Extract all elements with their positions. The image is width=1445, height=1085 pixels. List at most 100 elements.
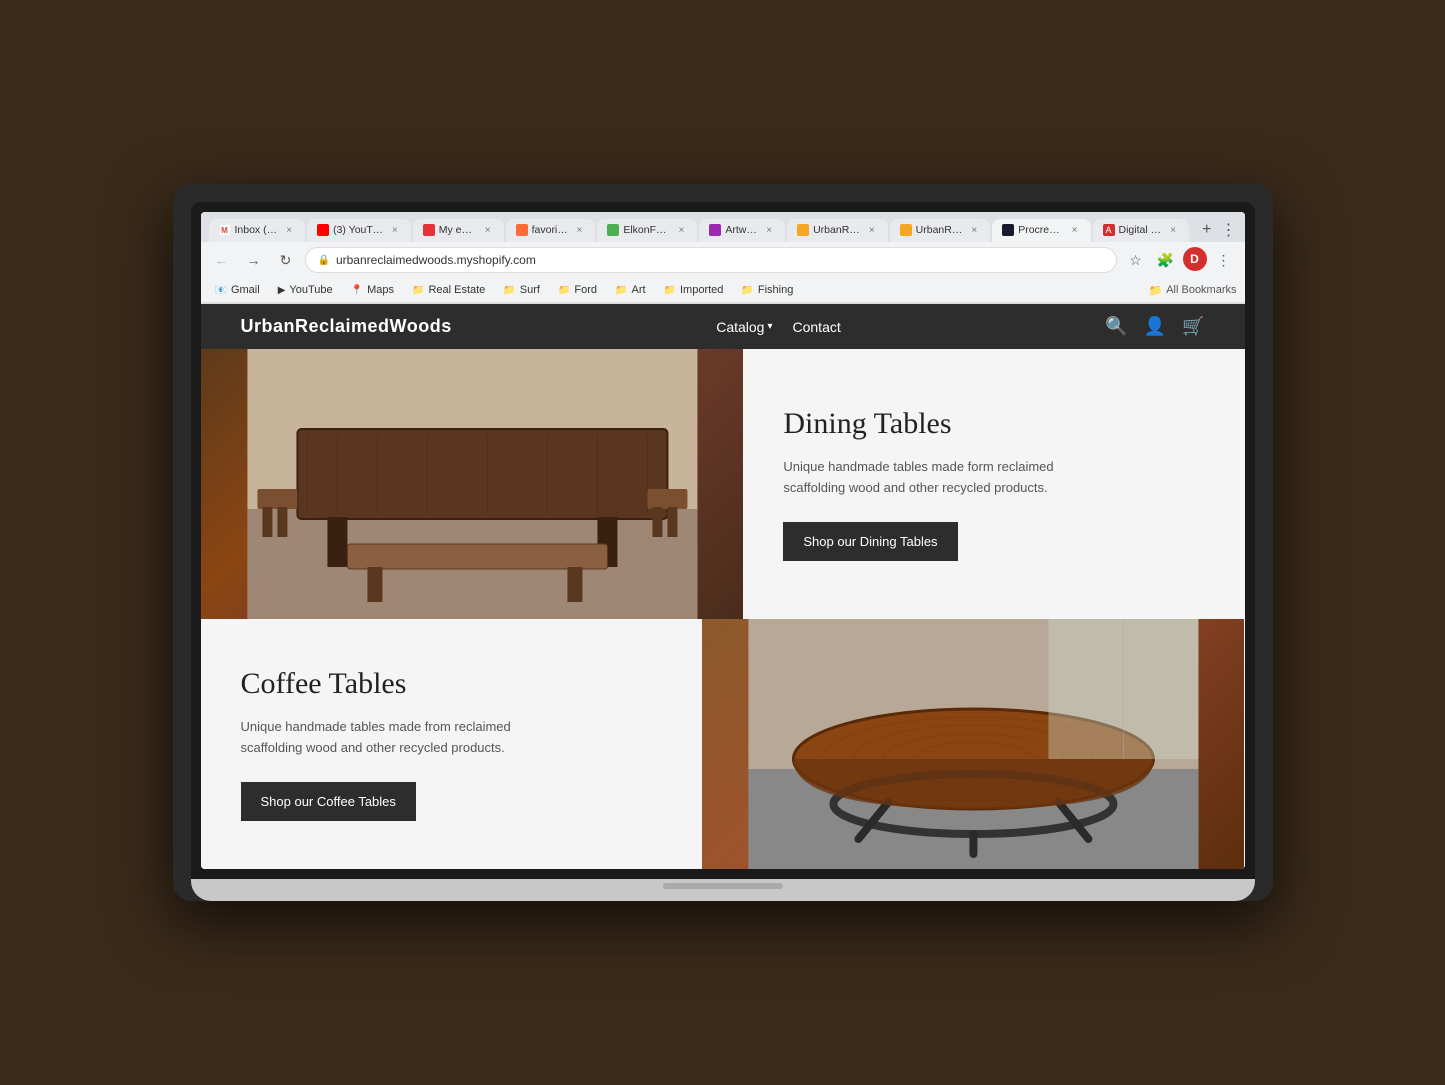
favicon-elkon [607,224,619,236]
tab-youtube-label: (3) YouTu... [333,224,385,236]
bookmark-maps[interactable]: 📍 Maps [345,282,400,298]
tab-ebay-label: My eBay [439,224,478,236]
navigation-bar: ← → ↻ 🔒 urbanreclaimedwoods.myshopify.co… [201,242,1245,278]
favicon-youtube [317,224,329,236]
extensions-button[interactable]: 🧩 [1153,247,1179,273]
bookmark-art-label: Art [631,284,645,296]
maps-icon: 📍 [351,285,363,296]
bookmark-youtube[interactable]: ▶ YouTube [272,282,339,298]
catalog-nav-item[interactable]: Catalog ▾ [716,319,772,335]
refresh-button[interactable]: ↻ [273,247,299,273]
bookmark-realestate[interactable]: 📁 Real Estate [406,282,491,298]
favicon-ebay [423,224,435,236]
dining-tables-section: Dining Tables Unique handmade tables mad… [201,349,1245,619]
cart-icon[interactable]: 🛒 [1182,316,1204,337]
profile-button[interactable]: D [1183,247,1207,271]
tab-artwork[interactable]: Artwork × [699,219,785,242]
bookmark-ford-label: Ford [574,284,597,296]
coffee-tables-title: Coffee Tables [241,667,662,701]
bookmark-gmail-label: Gmail [231,284,260,296]
coffee-tables-description: Unique handmade tables made from reclaim… [241,717,521,759]
coffee-tables-section: Coffee Tables Unique handmade tables mad… [201,619,1245,869]
tab-youtube-close[interactable]: × [389,224,401,237]
tab-elkon-label: ElkonFor... [623,224,671,236]
folder-ford-icon: 📁 [558,285,570,296]
contact-nav-item[interactable]: Contact [793,319,841,335]
bookmark-star-button[interactable]: ☆ [1123,247,1149,273]
tab-urbanre2-close[interactable]: × [968,224,980,237]
website-content: UrbanReclaimedWoods Catalog ▾ Contact 🔍 … [201,304,1245,869]
address-bar[interactable]: 🔒 urbanreclaimedwoods.myshopify.com [305,247,1117,273]
tab-youtube[interactable]: (3) YouTu... × [307,219,411,242]
bookmark-folder-icon: 📁 [1149,284,1163,297]
youtube-icon: ▶ [278,285,286,296]
tab-inbox-close[interactable]: × [283,224,295,237]
bookmark-fishing-label: Fishing [758,284,793,296]
site-header: UrbanReclaimedWoods Catalog ▾ Contact 🔍 … [201,304,1245,349]
tab-artwork-label: Artwork [725,224,759,236]
tab-ebay-close[interactable]: × [482,224,494,237]
folder-surf-icon: 📁 [503,285,515,296]
tab-elkon[interactable]: ElkonFor... × [597,219,697,242]
bookmark-imported-label: Imported [680,284,723,296]
back-button[interactable]: ← [209,247,235,273]
laptop: M Inbox (6... × (3) YouTu... × My eBay × [173,184,1273,901]
folder-imported-icon: 📁 [664,285,676,296]
favicon-urbanre1 [797,224,809,236]
bookmark-realestate-label: Real Estate [428,284,485,296]
screen-bezel: M Inbox (6... × (3) YouTu... × My eBay × [191,202,1255,879]
search-icon[interactable]: 🔍 [1105,316,1127,337]
tab-digital-close[interactable]: × [1167,224,1179,237]
laptop-base [191,879,1255,901]
tab-ebay[interactable]: My eBay × [413,219,504,242]
dining-tables-title: Dining Tables [783,407,1204,441]
catalog-label: Catalog [716,319,764,335]
tab-list-button[interactable]: ⋮ [1221,220,1237,240]
bookmark-surf[interactable]: 📁 Surf [497,282,546,298]
lock-icon: 🔒 [318,255,330,266]
bookmark-gmail[interactable]: 📧 Gmail [209,282,266,298]
menu-button[interactable]: ⋮ [1211,247,1237,273]
tab-urbanre1-close[interactable]: × [866,224,878,237]
tab-bar: M Inbox (6... × (3) YouTu... × My eBay × [201,212,1245,242]
coffee-tables-content: Coffee Tables Unique handmade tables mad… [201,619,702,869]
folder-fishing-icon: 📁 [741,285,753,296]
tab-favorites-close[interactable]: × [574,224,586,237]
tab-urbanre1-label: UrbanRe... [813,224,862,236]
favicon-urbanre2 [900,224,912,236]
tab-digital[interactable]: A Digital p... × [1093,219,1190,242]
favicon-favorites [516,224,528,236]
url-text: urbanreclaimedwoods.myshopify.com [336,253,536,267]
contact-label: Contact [793,319,841,335]
tab-artwork-close[interactable]: × [763,224,775,237]
bookmark-ford[interactable]: 📁 Ford [552,282,603,298]
tab-urbanre1[interactable]: UrbanRe... × [787,219,888,242]
tab-elkon-close[interactable]: × [676,224,688,237]
favicon-procreate [1002,224,1014,236]
shop-coffee-tables-button[interactable]: Shop our Coffee Tables [241,782,416,821]
account-icon[interactable]: 👤 [1144,316,1166,337]
tab-urbanre2-label: UrbanRe... [916,224,965,236]
forward-button[interactable]: → [241,247,267,273]
all-bookmarks-button[interactable]: 📁 All Bookmarks [1149,284,1237,297]
favicon-digital: A [1103,224,1115,236]
tab-urbanre2[interactable]: UrbanRe... × [890,219,991,242]
bookmark-imported[interactable]: 📁 Imported [658,282,730,298]
dining-tables-description: Unique handmade tables made form reclaim… [783,457,1063,499]
new-tab-button[interactable]: + [1195,218,1218,242]
shop-dining-tables-button[interactable]: Shop our Dining Tables [783,522,957,561]
tab-procreate[interactable]: Procreat... × [992,219,1090,242]
screen: M Inbox (6... × (3) YouTu... × My eBay × [201,212,1245,869]
folder-realestate-icon: 📁 [412,285,424,296]
favicon-gmail: M [219,224,231,236]
tab-favorites[interactable]: favorites × [506,219,596,242]
favicon-artwork [709,224,721,236]
bookmark-art[interactable]: 📁 Art [609,282,652,298]
bookmark-fishing[interactable]: 📁 Fishing [735,282,799,298]
all-bookmarks-label: All Bookmarks [1166,284,1236,296]
tab-inbox[interactable]: M Inbox (6... × [209,219,306,242]
tab-procreate-close[interactable]: × [1069,224,1081,237]
dining-table-svg [201,349,744,619]
bookmark-surf-label: Surf [520,284,540,296]
tab-inbox-label: Inbox (6... [235,224,280,236]
